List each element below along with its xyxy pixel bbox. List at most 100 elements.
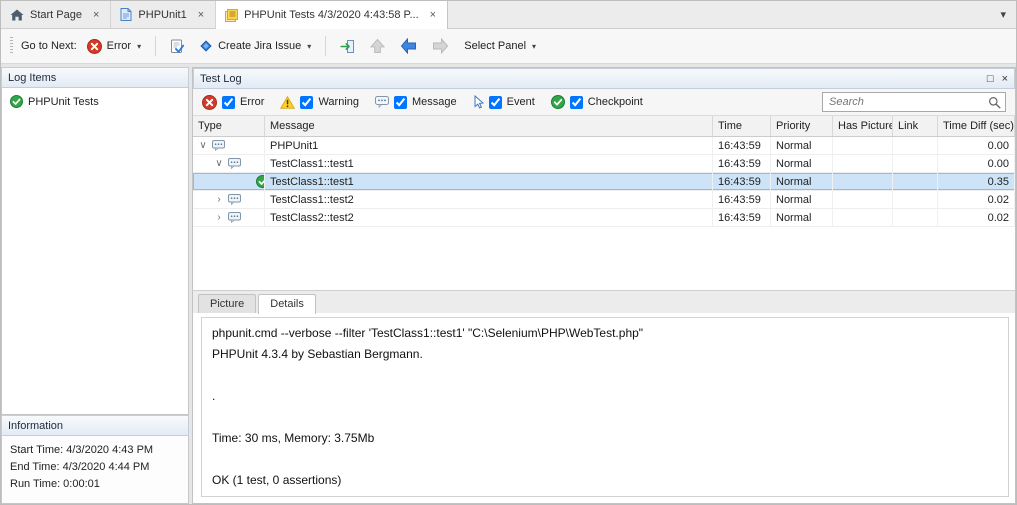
tab-phpunit-tests-log[interactable]: PHPUnit Tests 4/3/2020 4:43:58 P... × xyxy=(216,1,448,29)
has-picture-cell xyxy=(833,191,893,208)
details-text[interactable]: phpunit.cmd --verbose --filter 'TestClas… xyxy=(201,317,1009,497)
tab-phpunit1[interactable]: PHPUnit1 × xyxy=(111,1,216,28)
toolbar-separator xyxy=(155,36,156,56)
search-icon[interactable] xyxy=(988,96,1001,109)
filter-warning-checkbox[interactable] xyxy=(300,96,313,109)
error-button-label: Error xyxy=(107,40,131,52)
column-header-type[interactable]: Type xyxy=(193,116,265,136)
tab-close-icon[interactable]: × xyxy=(428,9,438,21)
link-cell xyxy=(893,137,938,154)
link-cell xyxy=(893,191,938,208)
filter-warning: Warning xyxy=(280,96,359,109)
start-time-text: Start Time: 4/3/2020 4:43 PM xyxy=(10,442,180,459)
filter-checkpoint: Checkpoint xyxy=(551,95,643,109)
arrow-left-icon xyxy=(400,38,417,54)
up-one-level-button[interactable] xyxy=(365,34,390,58)
table-row[interactable]: › TestClass1::test2 16:43:59 Normal 0.02 xyxy=(193,191,1015,209)
link-cell xyxy=(893,173,938,190)
expand-arrow-icon[interactable]: ∨ xyxy=(214,158,224,169)
column-header-time-diff[interactable]: Time Diff (sec) xyxy=(938,116,1015,136)
log-toolbar: Go to Next: Error ▾ Create Jira Issue ▾ xyxy=(1,29,1016,64)
expand-arrow-icon[interactable]: › xyxy=(214,212,224,223)
jump-to-test-button[interactable] xyxy=(335,35,360,58)
filter-warning-label: Warning xyxy=(318,96,359,108)
error-icon xyxy=(87,39,102,54)
maximize-panel-icon[interactable]: □ xyxy=(987,73,994,85)
tree-item-phpunit-tests[interactable]: PHPUnit Tests xyxy=(5,93,185,110)
column-header-message[interactable]: Message xyxy=(265,116,713,136)
success-check-icon xyxy=(10,95,23,108)
has-picture-cell xyxy=(833,137,893,154)
column-header-link[interactable]: Link xyxy=(893,116,938,136)
time-diff-cell: 0.00 xyxy=(938,155,1015,172)
information-title: Information xyxy=(8,420,63,432)
create-jira-issue-label: Create Jira Issue xyxy=(218,40,301,52)
tab-close-icon[interactable]: × xyxy=(196,9,206,21)
filter-checkpoint-checkbox[interactable] xyxy=(570,96,583,109)
close-panel-icon[interactable]: × xyxy=(1002,73,1008,85)
toolbar-grip[interactable] xyxy=(10,37,13,55)
table-row[interactable]: ∨ PHPUnit1 16:43:59 Normal 0.00 xyxy=(193,137,1015,155)
arrow-right-icon xyxy=(432,38,449,54)
table-row-selected[interactable]: TestClass1::test1 16:43:59 Normal 0.35 xyxy=(193,173,1015,191)
filter-error-checkbox[interactable] xyxy=(222,96,235,109)
chevron-down-icon: ▾ xyxy=(532,42,536,51)
tab-overflow-button[interactable]: ▾ xyxy=(990,1,1016,28)
go-to-next-error-button[interactable]: Error ▾ xyxy=(82,35,146,58)
message-icon xyxy=(228,212,241,223)
post-results-button[interactable] xyxy=(165,35,189,58)
event-cursor-icon xyxy=(473,95,484,109)
run-time-text: Run Time: 0:00:01 xyxy=(10,476,180,493)
test-log-header: Test Log □ × xyxy=(193,68,1015,89)
tab-details[interactable]: Details xyxy=(258,294,316,314)
details-pane: phpunit.cmd --verbose --filter 'TestClas… xyxy=(193,313,1015,503)
previous-result-button[interactable] xyxy=(395,34,422,58)
type-cell: › xyxy=(193,191,265,208)
search-input[interactable] xyxy=(822,92,1006,112)
type-cell: › xyxy=(193,209,265,226)
select-panel-button[interactable]: Select Panel ▾ xyxy=(459,36,541,56)
table-row[interactable]: › TestClass2::test2 16:43:59 Normal 0.02 xyxy=(193,209,1015,227)
message-icon xyxy=(228,158,241,169)
content-area: Log Items PHPUnit Tests Information Star… xyxy=(1,64,1016,504)
warning-icon xyxy=(280,96,295,109)
next-result-button[interactable] xyxy=(427,34,454,58)
log-icon xyxy=(225,9,238,22)
table-header-row: Type Message Time Priority Has Picture L… xyxy=(193,116,1015,137)
column-header-has-picture[interactable]: Has Picture xyxy=(833,116,893,136)
message-cell[interactable]: PHPUnit1 xyxy=(265,137,713,154)
log-items-tree: PHPUnit Tests xyxy=(1,88,189,415)
tree-item-label: PHPUnit Tests xyxy=(28,96,99,108)
message-cell[interactable]: TestClass1::test1 xyxy=(265,173,713,190)
filter-error: Error xyxy=(202,95,264,110)
log-items-header: Log Items xyxy=(1,67,189,88)
testcomplete-log-window: Start Page × PHPUnit1 × PHPUnit Tests 4/… xyxy=(0,0,1017,505)
filter-message-label: Message xyxy=(412,96,457,108)
tab-start-page[interactable]: Start Page × xyxy=(1,1,111,28)
message-cell[interactable]: TestClass1::test1 xyxy=(265,155,713,172)
table-row[interactable]: ∨ TestClass1::test1 16:43:59 Normal 0.00 xyxy=(193,155,1015,173)
filter-message-checkbox[interactable] xyxy=(394,96,407,109)
tab-close-icon[interactable]: × xyxy=(91,9,101,21)
type-cell xyxy=(193,173,265,190)
tab-picture[interactable]: Picture xyxy=(198,294,256,313)
column-header-time[interactable]: Time xyxy=(713,116,771,136)
information-header: Information xyxy=(1,415,189,436)
chevron-down-icon: ▾ xyxy=(1000,8,1006,21)
column-header-priority[interactable]: Priority xyxy=(771,116,833,136)
time-cell: 16:43:59 xyxy=(713,209,771,226)
expand-arrow-icon[interactable]: › xyxy=(214,194,224,205)
select-panel-label: Select Panel xyxy=(464,40,526,52)
message-cell[interactable]: TestClass2::test2 xyxy=(265,209,713,226)
filter-event-checkbox[interactable] xyxy=(489,96,502,109)
expand-arrow-icon[interactable]: ∨ xyxy=(198,140,208,151)
time-diff-cell: 0.02 xyxy=(938,209,1015,226)
link-cell xyxy=(893,209,938,226)
checkpoint-icon xyxy=(256,175,265,188)
toolbar-separator xyxy=(325,36,326,56)
link-cell xyxy=(893,155,938,172)
priority-cell: Normal xyxy=(771,209,833,226)
post-results-icon xyxy=(170,39,184,54)
create-jira-issue-button[interactable]: Create Jira Issue ▾ xyxy=(194,35,316,57)
message-cell[interactable]: TestClass1::test2 xyxy=(265,191,713,208)
